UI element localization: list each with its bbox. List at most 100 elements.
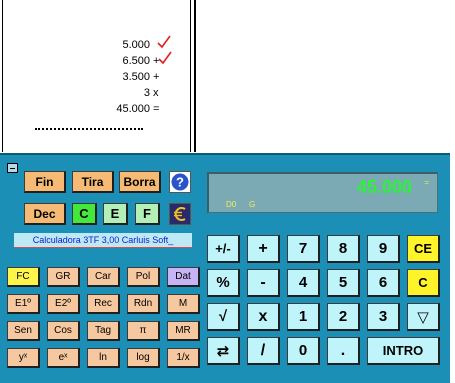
pol-label: Pol	[135, 271, 151, 282]
tape-value: 5.000	[122, 39, 150, 51]
reciprocal-key[interactable]: 1/x	[167, 348, 200, 368]
car-key[interactable]: Car	[87, 267, 120, 287]
digit-6-key[interactable]: 6	[367, 269, 400, 297]
title-link[interactable]: Calculadora 3TF 3,00 Carluis Soft_	[14, 233, 192, 247]
fc-key[interactable]: FC	[7, 267, 40, 287]
rec-label: Rec	[94, 298, 112, 309]
digit-3-label: 3	[378, 308, 388, 325]
digit-2-key[interactable]: 2	[327, 303, 360, 331]
digit-1-label: 1	[298, 308, 308, 325]
paper-tape: 5.000 6.500 + 3.500 + 3 x 45.000 =	[0, 0, 196, 153]
check-icon	[158, 51, 172, 65]
clear-key[interactable]: C	[407, 269, 440, 297]
digit-1-key[interactable]: 1	[287, 303, 320, 331]
help-button[interactable]: ?	[169, 171, 191, 193]
minus-label: -	[260, 273, 266, 291]
tape-value: 6.500	[122, 55, 150, 67]
log-key[interactable]: log	[127, 348, 160, 368]
log-label: log	[136, 352, 150, 363]
tape-value: 45.000	[116, 103, 150, 115]
borra-button[interactable]: Borra	[119, 171, 161, 193]
sign-label: +/-	[215, 241, 231, 256]
svg-text:?: ?	[176, 175, 184, 190]
cos-key[interactable]: Cos	[47, 321, 80, 341]
minus-key[interactable]: -	[247, 269, 280, 297]
f-mode-label: F	[143, 206, 151, 221]
digit-8-label: 8	[338, 240, 348, 257]
mr-key[interactable]: MR	[167, 321, 200, 341]
rdn-key[interactable]: Rdn	[127, 294, 160, 314]
minimize-icon[interactable]	[7, 163, 18, 173]
y-power-x-key[interactable]: yˣ	[7, 348, 40, 368]
calculator-body: Fin Tira Borra ? Dec C E F Calculadora 3…	[0, 153, 450, 383]
sqrt-label: √	[218, 308, 228, 325]
dat-key[interactable]: Dat	[167, 267, 200, 287]
sqrt-key[interactable]: √	[207, 303, 240, 331]
digit-5-key[interactable]: 5	[327, 269, 360, 297]
roll-down-key[interactable]: ▽	[407, 303, 440, 331]
pol-key[interactable]: Pol	[127, 267, 160, 287]
digit-4-key[interactable]: 4	[287, 269, 320, 297]
divide-key[interactable]: /	[247, 337, 280, 365]
tape-operator: x	[153, 87, 159, 99]
reciprocal-label: 1/x	[176, 352, 190, 363]
dat-label: Dat	[175, 271, 191, 282]
e-power-x-label: eˣ	[58, 352, 68, 363]
decimal-point-label: .	[340, 341, 346, 359]
plus-key[interactable]: +	[247, 235, 280, 263]
tira-label: Tira	[81, 174, 104, 189]
digit-7-label: 7	[298, 240, 308, 257]
calculator-display: 45.000 = D0 G	[207, 172, 438, 213]
multiply-key[interactable]: x	[247, 303, 280, 331]
gr-key[interactable]: GR	[47, 267, 80, 287]
e1-label: E1º	[15, 298, 31, 309]
dec-button[interactable]: Dec	[24, 203, 66, 225]
digit-8-key[interactable]: 8	[327, 235, 360, 263]
m-key[interactable]: M	[167, 294, 200, 314]
tape-border-right	[190, 0, 191, 152]
tape-border-right-outer	[194, 0, 196, 152]
f-mode-button[interactable]: F	[135, 203, 160, 225]
clear-entry-key[interactable]: CE	[407, 235, 440, 263]
decimal-point-key[interactable]: .	[327, 337, 360, 365]
digit-0-label: 0	[298, 342, 308, 359]
e-mode-button[interactable]: E	[103, 203, 128, 225]
digit-9-key[interactable]: 9	[367, 235, 400, 263]
gr-label: GR	[55, 271, 71, 282]
e1-key[interactable]: E1º	[7, 294, 40, 314]
divide-label: /	[260, 341, 266, 359]
digit-7-key[interactable]: 7	[287, 235, 320, 263]
c-mode-button[interactable]: C	[72, 203, 97, 225]
swap-key[interactable]: ⇄	[207, 337, 240, 365]
e-power-x-key[interactable]: eˣ	[47, 348, 80, 368]
e2-label: E2º	[55, 298, 71, 309]
fin-label: Fin	[35, 174, 54, 189]
percent-key[interactable]: %	[207, 269, 240, 297]
digit-4-label: 4	[298, 274, 308, 291]
ln-key[interactable]: ln	[87, 348, 120, 368]
digit-6-label: 6	[378, 274, 388, 291]
pi-label: π	[139, 325, 147, 336]
clear-label: C	[418, 275, 428, 290]
tape-value: 3.500	[122, 71, 150, 83]
tira-button[interactable]: Tira	[72, 171, 114, 193]
car-label: Car	[94, 271, 112, 282]
display-decimal-mode: D0	[226, 200, 237, 209]
clear-entry-label: CE	[413, 241, 433, 256]
tag-key[interactable]: Tag	[87, 321, 120, 341]
tape-row: 6.500 +	[6, 51, 172, 69]
rec-key[interactable]: Rec	[87, 294, 120, 314]
digit-0-key[interactable]: 0	[287, 337, 320, 365]
percent-label: %	[216, 274, 230, 291]
euro-button[interactable]	[169, 203, 191, 225]
digit-3-key[interactable]: 3	[367, 303, 400, 331]
roll-down-label: ▽	[417, 308, 429, 326]
sen-key[interactable]: Sen	[7, 321, 40, 341]
pi-key[interactable]: π	[127, 321, 160, 341]
sign-key[interactable]: +/-	[207, 235, 240, 263]
fin-button[interactable]: Fin	[24, 171, 66, 193]
c-mode-label: C	[79, 206, 89, 221]
e2-key[interactable]: E2º	[47, 294, 80, 314]
tape-row: 45.000 =	[6, 101, 159, 117]
intro-key[interactable]: INTRO	[367, 337, 440, 365]
